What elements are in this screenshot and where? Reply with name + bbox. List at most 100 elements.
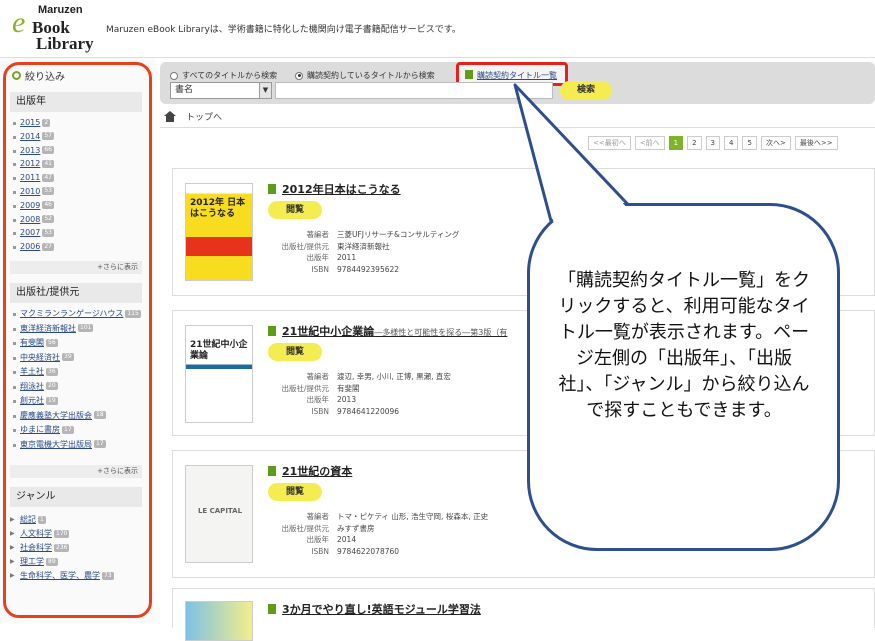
book-title-text: 21世紀中小企業論	[282, 325, 375, 338]
pager-page-5[interactable]: 5	[742, 136, 757, 150]
book-title-link[interactable]: 3か月でやり直し!英語モジュール学習法	[282, 601, 481, 617]
pager-page-2[interactable]: 2	[687, 136, 702, 150]
facet-item[interactable]: 有斐閣 56	[10, 336, 142, 351]
facet-item[interactable]: 2010 53	[10, 185, 142, 199]
facet-item[interactable]: 羊土社 36	[10, 365, 142, 380]
facet-item-label: 有斐閣	[20, 338, 44, 347]
pager-page-4[interactable]: 4	[724, 136, 739, 150]
facet-item[interactable]: 社会科学236	[10, 541, 142, 555]
pager-last[interactable]: 最後へ>>	[794, 136, 838, 150]
facet-item[interactable]: 2008 52	[10, 213, 142, 227]
facet-item[interactable]: 総記1	[10, 513, 142, 527]
publisher-show-more-link[interactable]: +さらに表示	[10, 465, 142, 478]
facet-item[interactable]: 2013 66	[10, 144, 142, 158]
facet-item[interactable]: 人文科学170	[10, 527, 142, 541]
green-square-icon	[465, 70, 473, 79]
book-cover-image[interactable]: 21世紀中小企業論	[185, 325, 253, 423]
facet-item[interactable]: 東洋経済新報社 101	[10, 322, 142, 337]
facet-item[interactable]: 2007 53	[10, 226, 142, 240]
facet-item[interactable]: 2006 27	[10, 240, 142, 254]
isbn-value: 9784641220096	[337, 406, 400, 416]
breadcrumb-divider	[160, 127, 875, 128]
book-cover-image[interactable]: LE CAPITAL	[185, 465, 253, 563]
facet-item[interactable]: ゆまに書房 17	[10, 423, 142, 438]
search-field-select[interactable]: 書名 ▼	[170, 82, 272, 99]
logo-maruzen-text: Maruzen	[38, 4, 83, 16]
facet-count-badge: 115	[125, 309, 141, 318]
facet-item[interactable]: 中央経済社 39	[10, 351, 142, 366]
isbn-value: 9784492395622	[337, 264, 400, 274]
logo-library-text: Library	[36, 34, 94, 53]
facet-item[interactable]: 東京電機大学出版局 17	[10, 438, 142, 453]
facet-item-label: 2013	[20, 145, 41, 155]
search-button[interactable]: 検索	[560, 81, 612, 100]
author-key: 著編者	[306, 372, 330, 381]
pager-page-3[interactable]: 3	[705, 136, 721, 150]
search-input[interactable]	[275, 82, 553, 99]
radio-search-subscribed[interactable]: 購読契約しているタイトルから検索	[295, 70, 435, 81]
radio-search-all[interactable]: すべてのタイトルから検索	[170, 70, 277, 81]
book-title-row: 21世紀の資本	[268, 463, 352, 479]
facet-item[interactable]: 慶應義塾大学出版会 18	[10, 409, 142, 424]
facet-item[interactable]: マクミランランゲージハウス 115	[10, 307, 142, 322]
facet-item-label: 創元社	[20, 396, 44, 405]
book-title-link[interactable]: 21世紀の資本	[282, 463, 352, 479]
facet-item-label: 2010	[20, 186, 41, 196]
open-book-button[interactable]: 閲覧	[268, 483, 322, 501]
facet-item-label: 人文科学	[20, 529, 52, 538]
green-square-icon	[268, 604, 276, 614]
facet-item-label: 2006	[20, 242, 41, 252]
facet-count-badge: 1	[38, 515, 46, 524]
facet-count-badge: 89	[46, 557, 58, 566]
facet-count-badge: 39	[62, 353, 74, 361]
facet-item[interactable]: 生命科学、医学、農学73	[10, 569, 142, 583]
search-field-value: 書名	[175, 85, 194, 95]
facet-count-badge: 56	[46, 338, 58, 347]
green-square-icon	[268, 184, 276, 194]
facet-item[interactable]: 翔泳社 20	[10, 380, 142, 395]
facet-item-label: 2007	[20, 228, 41, 238]
facet-item[interactable]: 2015 2	[10, 116, 142, 130]
facet-count-badge: 53	[42, 187, 54, 196]
search-bar: すべてのタイトルから検索 購読契約しているタイトルから検索 購読契約タイトル一覧…	[160, 62, 875, 104]
author-value: トマ・ピケティ 山形, 浩生守岡, 桜森本, 正史	[337, 512, 489, 521]
facet-item[interactable]: 2009 46	[10, 199, 142, 213]
open-book-button[interactable]: 閲覧	[268, 201, 322, 219]
pager-first[interactable]: <<最初へ	[588, 136, 631, 150]
facet-item-label: 2008	[20, 214, 41, 224]
facet-count-badge: 18	[94, 411, 106, 419]
book-title-link[interactable]: 2012年日本はこうなる	[282, 181, 401, 197]
facet-item-label: 慶應義塾大学出版会	[20, 410, 92, 420]
year-value: 2014	[337, 535, 357, 544]
facet-item[interactable]: 創元社 19	[10, 394, 142, 409]
facet-item-label: 翔泳社	[20, 381, 44, 391]
book-title-row: 21世紀中小企業論―多様性と可能性を探る―第3版（有	[268, 323, 507, 339]
book-subtitle: ―多様性と可能性を探る―第3版（有	[374, 328, 508, 337]
pager-next[interactable]: 次へ>	[760, 136, 791, 150]
maruzen-ebook-library-logo[interactable]: Maruzen e Book Library	[10, 4, 100, 53]
facet-item[interactable]: 2011 47	[10, 171, 142, 185]
year-key: 出版年	[306, 395, 330, 404]
facet-item[interactable]: 2012 41	[10, 157, 142, 171]
facet-item-label: マクミランランゲージハウス	[20, 309, 124, 318]
pager-prev[interactable]: <前へ	[634, 136, 665, 150]
facet-count-badge: 52	[42, 215, 54, 224]
breadcrumb-top-link[interactable]: トップへ	[186, 110, 222, 123]
book-cover-image[interactable]	[185, 601, 253, 641]
year-facet-heading: 出版年	[10, 92, 142, 112]
publisher-facet-heading: 出版社/提供元	[10, 283, 142, 303]
green-square-icon	[268, 326, 276, 336]
year-show-more-link[interactable]: +さらに表示	[10, 261, 142, 274]
book-title-link[interactable]: 21世紀中小企業論―多様性と可能性を探る―第3版（有	[282, 323, 507, 339]
author-key: 著編者	[306, 230, 330, 239]
year-value: 2011	[337, 253, 357, 262]
facet-count-badge: 73	[102, 571, 114, 580]
open-book-button[interactable]: 閲覧	[268, 343, 322, 361]
publisher-facet-list: マクミランランゲージハウス 115 東洋経済新報社 101 有斐閣 56 中央経済社 39 羊土…	[10, 307, 142, 452]
book-cover-image[interactable]: 2012年 日本はこうなる	[185, 183, 253, 281]
facet-item[interactable]: 2014 57	[10, 130, 142, 144]
book-card: 3か月でやり直し!英語モジュール学習法	[172, 588, 875, 641]
pager-page-1[interactable]: 1	[668, 136, 684, 150]
facet-item[interactable]: 理工学89	[10, 555, 142, 569]
facet-count-badge: 57	[42, 132, 54, 141]
